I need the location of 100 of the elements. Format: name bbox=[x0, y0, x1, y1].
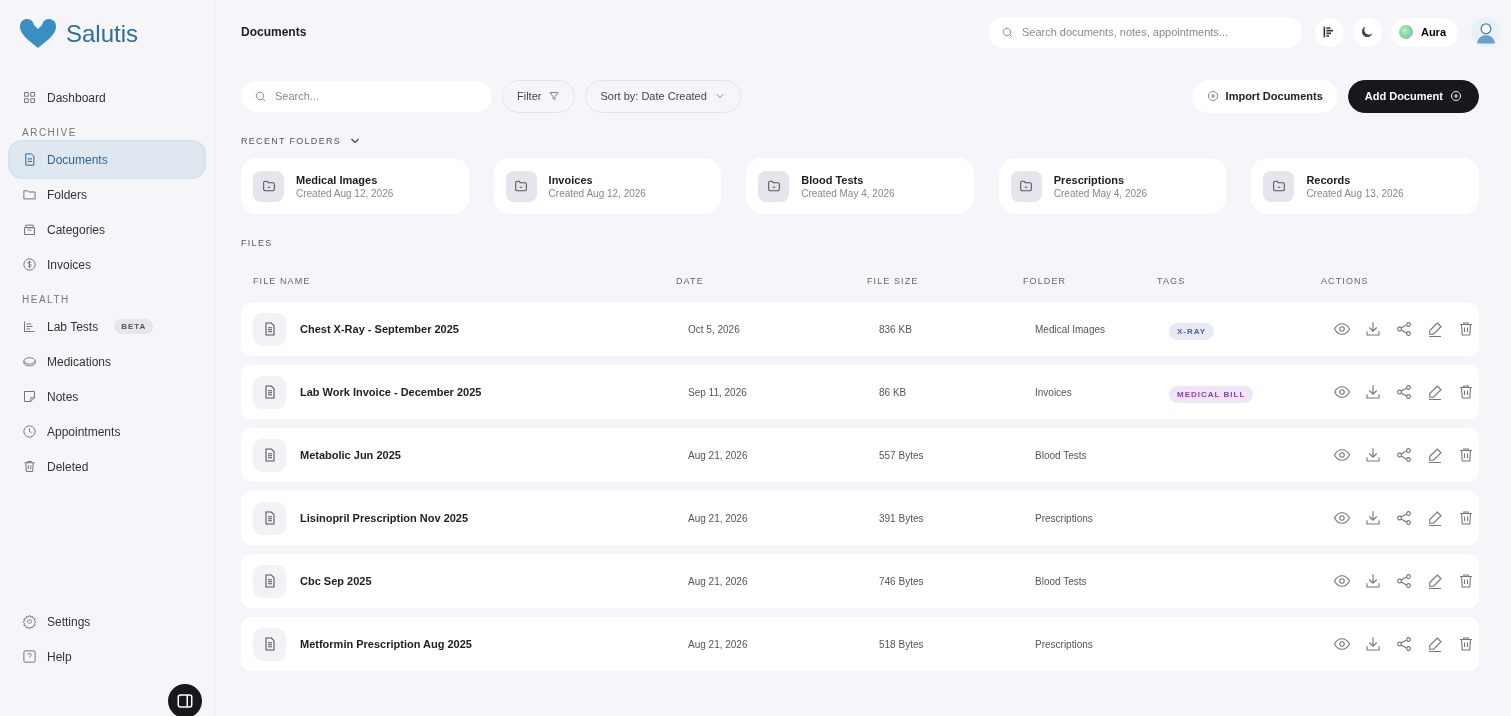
eye-icon[interactable] bbox=[1333, 572, 1351, 590]
global-search-field[interactable]: Search documents, notes, appointments... bbox=[987, 16, 1302, 48]
file-size: 518 Bytes bbox=[879, 638, 925, 650]
folder-name: Blood Tests bbox=[1035, 449, 1088, 461]
add-document-button[interactable]: Add Document bbox=[1347, 79, 1479, 113]
file-date: Aug 21, 2026 bbox=[688, 575, 749, 587]
nav-item[interactable]: Dashboard bbox=[10, 80, 204, 115]
file-name: Metformin Prescription Aug 2025 bbox=[300, 638, 472, 650]
file-size: 557 Bytes bbox=[879, 449, 925, 461]
sidebar-toggle-button[interactable] bbox=[168, 684, 202, 716]
folder-name: Blood Tests bbox=[1035, 575, 1088, 587]
folder-card[interactable]: Records Created Aug 13, 2026 bbox=[1251, 158, 1479, 214]
file-row[interactable]: Cbc Sep 2025 Aug 21, 2026 746 Bytes Blood Tests bbox=[241, 554, 1479, 608]
search-field[interactable]: Search... bbox=[241, 80, 492, 112]
eye-icon[interactable] bbox=[1333, 383, 1351, 401]
nav-section-title: ARCHIVE bbox=[21, 126, 78, 140]
eye-icon[interactable] bbox=[1333, 509, 1351, 527]
file-row[interactable]: Chest X-Ray - September 2025 Oct 5, 2026 836 KB Medical Images X-RAY bbox=[241, 302, 1479, 356]
edit-icon[interactable] bbox=[1426, 509, 1444, 527]
folder-date: Created Aug 12, 2026 bbox=[296, 187, 394, 199]
aura-button[interactable]: Aura bbox=[1390, 17, 1458, 47]
file-size: 836 KB bbox=[879, 323, 913, 335]
import-documents-button[interactable]: Import Documents bbox=[1191, 79, 1338, 113]
nav-item[interactable]: Medications bbox=[10, 344, 204, 379]
folder-name: Invoices bbox=[548, 173, 594, 186]
dark-mode-button[interactable] bbox=[1352, 17, 1382, 47]
download-icon[interactable] bbox=[1364, 509, 1382, 527]
share-icon[interactable] bbox=[1395, 572, 1413, 590]
nav-item[interactable]: Settings bbox=[10, 604, 204, 639]
share-icon[interactable] bbox=[1395, 320, 1413, 338]
share-icon[interactable] bbox=[1395, 509, 1413, 527]
file-date: Aug 21, 2026 bbox=[688, 449, 749, 461]
folder-icon bbox=[505, 170, 537, 202]
column-header: FILE SIZE bbox=[867, 276, 920, 286]
delete-icon[interactable] bbox=[1457, 383, 1475, 401]
nav-item[interactable]: Documents bbox=[10, 142, 204, 177]
eye-icon[interactable] bbox=[1333, 635, 1351, 653]
folder-card[interactable]: Blood Tests Created May 4, 2026 bbox=[746, 158, 974, 214]
edit-icon[interactable] bbox=[1426, 320, 1444, 338]
edit-icon[interactable] bbox=[1426, 383, 1444, 401]
document-icon bbox=[253, 312, 286, 346]
edit-icon[interactable] bbox=[1426, 446, 1444, 464]
lab-icon bbox=[22, 319, 37, 334]
nav-item[interactable]: Notes bbox=[10, 379, 204, 414]
search-icon bbox=[1000, 25, 1014, 39]
file-row[interactable]: Lisinopril Prescription Nov 2025 Aug 21, 2026 391 Bytes Prescriptions bbox=[241, 491, 1479, 545]
nav-item[interactable]: Folders bbox=[10, 177, 204, 212]
file-date: Aug 21, 2026 bbox=[688, 512, 749, 524]
grid-icon bbox=[22, 90, 37, 105]
eye-icon[interactable] bbox=[1333, 446, 1351, 464]
folder-card[interactable]: Medical Images Created Aug 12, 2026 bbox=[241, 158, 469, 214]
nav-item[interactable]: Deleted bbox=[10, 449, 204, 484]
file-row[interactable]: Lab Work Invoice - December 2025 Sep 11, 2026 86 KB Invoices MEDICAL BILL bbox=[241, 365, 1479, 419]
filter-icon bbox=[548, 90, 561, 102]
sidebar-panel-icon bbox=[176, 692, 194, 710]
column-header: TAGS bbox=[1157, 276, 1187, 286]
document-icon bbox=[22, 152, 37, 167]
section-title: RECENT FOLDERS bbox=[241, 136, 342, 146]
nav-item[interactable]: Help bbox=[10, 639, 204, 674]
share-icon[interactable] bbox=[1395, 635, 1413, 653]
document-icon bbox=[253, 501, 286, 535]
document-icon bbox=[253, 375, 286, 409]
folder-name: Invoices bbox=[1035, 386, 1073, 398]
file-name: Chest X-Ray - September 2025 bbox=[300, 323, 459, 335]
section-title: FILES bbox=[241, 238, 273, 248]
dollar-icon bbox=[22, 257, 37, 272]
share-icon[interactable] bbox=[1395, 383, 1413, 401]
delete-icon[interactable] bbox=[1457, 635, 1475, 653]
edit-icon[interactable] bbox=[1426, 635, 1444, 653]
delete-icon[interactable] bbox=[1457, 572, 1475, 590]
folder-card[interactable]: Invoices Created Aug 12, 2026 bbox=[493, 158, 722, 214]
file-name: Cbc Sep 2025 bbox=[300, 575, 372, 587]
tag: X-RAY bbox=[1169, 323, 1215, 340]
download-icon[interactable] bbox=[1364, 446, 1382, 464]
user-avatar[interactable] bbox=[1471, 17, 1501, 47]
edit-icon[interactable] bbox=[1426, 572, 1444, 590]
delete-icon[interactable] bbox=[1457, 446, 1475, 464]
nav-item[interactable]: Lab Tests BETA bbox=[10, 309, 204, 344]
document-icon bbox=[253, 627, 286, 661]
nav-item[interactable]: Categories bbox=[10, 212, 204, 247]
download-icon[interactable] bbox=[1364, 383, 1382, 401]
download-icon[interactable] bbox=[1364, 635, 1382, 653]
folder-date: Created May 4, 2026 bbox=[801, 187, 895, 199]
file-row[interactable]: Metabolic Jun 2025 Aug 21, 2026 557 Bytes Blood Tests bbox=[241, 428, 1479, 482]
nav-item[interactable]: Invoices bbox=[10, 247, 204, 282]
download-icon[interactable] bbox=[1364, 572, 1382, 590]
folder-name: Blood Tests bbox=[801, 173, 865, 186]
box-icon bbox=[22, 222, 37, 237]
document-icon bbox=[253, 564, 286, 598]
folder-name: Prescriptions bbox=[1035, 512, 1094, 524]
download-icon[interactable] bbox=[1364, 320, 1382, 338]
share-icon[interactable] bbox=[1395, 446, 1413, 464]
nav-item[interactable]: Appointments bbox=[10, 414, 204, 449]
file-row[interactable]: Metformin Prescription Aug 2025 Aug 21, 2026 518 Bytes Prescriptions bbox=[241, 617, 1479, 671]
chart-toggle-button[interactable] bbox=[1314, 17, 1344, 47]
delete-icon[interactable] bbox=[1457, 509, 1475, 527]
delete-icon[interactable] bbox=[1457, 320, 1475, 338]
folder-card[interactable]: Prescriptions Created May 4, 2026 bbox=[998, 158, 1227, 214]
folder-icon bbox=[1263, 170, 1295, 202]
eye-icon[interactable] bbox=[1333, 320, 1351, 338]
